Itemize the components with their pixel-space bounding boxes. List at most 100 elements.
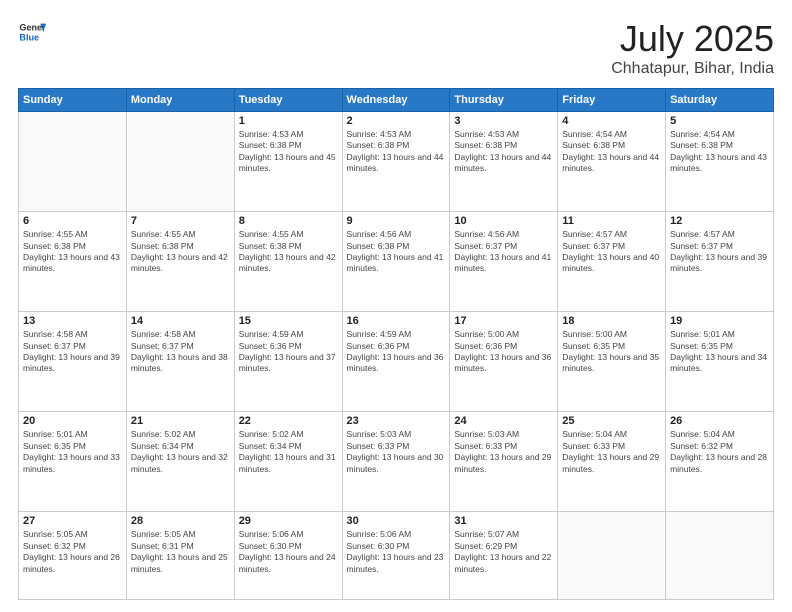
generalblue-icon: General Blue — [18, 18, 46, 46]
day-number: 26 — [670, 415, 769, 427]
header: General Blue July 2025 Chhatapur, Bihar,… — [18, 18, 774, 78]
title-month: July 2025 — [611, 18, 774, 60]
svg-text:Blue: Blue — [19, 32, 39, 42]
table-row — [126, 112, 234, 212]
day-number: 9 — [347, 215, 446, 227]
day-info: Sunrise: 5:05 AM Sunset: 6:32 PM Dayligh… — [23, 529, 122, 575]
table-row: 20 Sunrise: 5:01 AM Sunset: 6:35 PM Dayli… — [19, 412, 127, 512]
day-info: Sunrise: 4:59 AM Sunset: 6:36 PM Dayligh… — [239, 329, 338, 375]
title-location: Chhatapur, Bihar, India — [611, 60, 774, 78]
day-info: Sunrise: 4:55 AM Sunset: 6:38 PM Dayligh… — [23, 229, 122, 275]
day-number: 30 — [347, 515, 446, 527]
day-number: 22 — [239, 415, 338, 427]
header-sunday: Sunday — [19, 89, 127, 112]
table-row: 30 Sunrise: 5:06 AM Sunset: 6:30 PM Dayli… — [342, 512, 450, 600]
day-info: Sunrise: 5:01 AM Sunset: 6:35 PM Dayligh… — [23, 429, 122, 475]
day-number: 13 — [23, 315, 122, 327]
table-row: 23 Sunrise: 5:03 AM Sunset: 6:33 PM Dayli… — [342, 412, 450, 512]
table-row — [666, 512, 774, 600]
day-info: Sunrise: 5:06 AM Sunset: 6:30 PM Dayligh… — [239, 529, 338, 575]
header-thursday: Thursday — [450, 89, 558, 112]
table-row: 29 Sunrise: 5:06 AM Sunset: 6:30 PM Dayli… — [234, 512, 342, 600]
day-info: Sunrise: 4:54 AM Sunset: 6:38 PM Dayligh… — [670, 129, 769, 175]
day-info: Sunrise: 4:57 AM Sunset: 6:37 PM Dayligh… — [562, 229, 661, 275]
day-info: Sunrise: 5:04 AM Sunset: 6:33 PM Dayligh… — [562, 429, 661, 475]
day-number: 20 — [23, 415, 122, 427]
day-number: 6 — [23, 215, 122, 227]
table-row — [19, 112, 127, 212]
day-number: 14 — [131, 315, 230, 327]
day-info: Sunrise: 5:00 AM Sunset: 6:36 PM Dayligh… — [454, 329, 553, 375]
day-info: Sunrise: 5:00 AM Sunset: 6:35 PM Dayligh… — [562, 329, 661, 375]
table-row — [558, 512, 666, 600]
table-row: 13 Sunrise: 4:58 AM Sunset: 6:37 PM Dayli… — [19, 312, 127, 412]
day-number: 8 — [239, 215, 338, 227]
day-info: Sunrise: 4:53 AM Sunset: 6:38 PM Dayligh… — [454, 129, 553, 175]
day-info: Sunrise: 4:55 AM Sunset: 6:38 PM Dayligh… — [131, 229, 230, 275]
table-row: 12 Sunrise: 4:57 AM Sunset: 6:37 PM Dayli… — [666, 212, 774, 312]
day-info: Sunrise: 4:55 AM Sunset: 6:38 PM Dayligh… — [239, 229, 338, 275]
day-info: Sunrise: 4:54 AM Sunset: 6:38 PM Dayligh… — [562, 129, 661, 175]
day-info: Sunrise: 4:58 AM Sunset: 6:37 PM Dayligh… — [23, 329, 122, 375]
day-number: 21 — [131, 415, 230, 427]
day-number: 28 — [131, 515, 230, 527]
day-number: 27 — [23, 515, 122, 527]
table-row: 11Sunrise: 4:57 AM Sunset: 6:37 PM Dayli… — [558, 212, 666, 312]
day-info: Sunrise: 4:59 AM Sunset: 6:36 PM Dayligh… — [347, 329, 446, 375]
table-row: 19 Sunrise: 5:01 AM Sunset: 6:35 PM Dayli… — [666, 312, 774, 412]
table-row: 2 Sunrise: 4:53 AM Sunset: 6:38 PM Daylig… — [342, 112, 450, 212]
day-number: 29 — [239, 515, 338, 527]
day-info: Sunrise: 5:01 AM Sunset: 6:35 PM Dayligh… — [670, 329, 769, 375]
table-row: 10 Sunrise: 4:56 AM Sunset: 6:37 PM Dayli… — [450, 212, 558, 312]
header-saturday: Saturday — [666, 89, 774, 112]
table-row: 27 Sunrise: 5:05 AM Sunset: 6:32 PM Dayli… — [19, 512, 127, 600]
day-info: Sunrise: 5:04 AM Sunset: 6:32 PM Dayligh… — [670, 429, 769, 475]
table-row: 8 Sunrise: 4:55 AM Sunset: 6:38 PM Daylig… — [234, 212, 342, 312]
table-row: 9 Sunrise: 4:56 AM Sunset: 6:38 PM Daylig… — [342, 212, 450, 312]
day-info: Sunrise: 4:56 AM Sunset: 6:37 PM Dayligh… — [454, 229, 553, 275]
day-info: Sunrise: 5:05 AM Sunset: 6:31 PM Dayligh… — [131, 529, 230, 575]
day-info: Sunrise: 5:03 AM Sunset: 6:33 PM Dayligh… — [347, 429, 446, 475]
table-row: 6 Sunrise: 4:55 AM Sunset: 6:38 PM Daylig… — [19, 212, 127, 312]
day-number: 16 — [347, 315, 446, 327]
day-number: 10 — [454, 215, 553, 227]
day-number: 31 — [454, 515, 553, 527]
day-number: 4 — [562, 115, 661, 127]
title-block: July 2025 Chhatapur, Bihar, India — [611, 18, 774, 78]
header-tuesday: Tuesday — [234, 89, 342, 112]
day-number: 12 — [670, 215, 769, 227]
day-number: 25 — [562, 415, 661, 427]
day-number: 7 — [131, 215, 230, 227]
day-info: Sunrise: 4:57 AM Sunset: 6:37 PM Dayligh… — [670, 229, 769, 275]
table-row: 3 Sunrise: 4:53 AM Sunset: 6:38 PM Daylig… — [450, 112, 558, 212]
day-number: 19 — [670, 315, 769, 327]
day-info: Sunrise: 5:06 AM Sunset: 6:30 PM Dayligh… — [347, 529, 446, 575]
header-monday: Monday — [126, 89, 234, 112]
table-row: 4 Sunrise: 4:54 AM Sunset: 6:38 PM Daylig… — [558, 112, 666, 212]
day-number: 5 — [670, 115, 769, 127]
day-number: 2 — [347, 115, 446, 127]
day-number: 24 — [454, 415, 553, 427]
day-number: 23 — [347, 415, 446, 427]
calendar-table: Sunday Monday Tuesday Wednesday Thursday… — [18, 88, 774, 600]
header-friday: Friday — [558, 89, 666, 112]
day-info: Sunrise: 4:53 AM Sunset: 6:38 PM Dayligh… — [239, 129, 338, 175]
day-info: Sunrise: 4:58 AM Sunset: 6:37 PM Dayligh… — [131, 329, 230, 375]
day-number: 3 — [454, 115, 553, 127]
table-row: 17Sunrise: 5:00 AM Sunset: 6:36 PM Dayli… — [450, 312, 558, 412]
table-row: 16 Sunrise: 4:59 AM Sunset: 6:36 PM Dayli… — [342, 312, 450, 412]
day-info: Sunrise: 5:02 AM Sunset: 6:34 PM Dayligh… — [131, 429, 230, 475]
table-row: 28 Sunrise: 5:05 AM Sunset: 6:31 PM Dayli… — [126, 512, 234, 600]
day-number: 1 — [239, 115, 338, 127]
weekday-header-row: Sunday Monday Tuesday Wednesday Thursday… — [19, 89, 774, 112]
day-info: Sunrise: 4:56 AM Sunset: 6:38 PM Dayligh… — [347, 229, 446, 275]
table-row: 22Sunrise: 5:02 AM Sunset: 6:34 PM Dayli… — [234, 412, 342, 512]
logo: General Blue — [18, 18, 46, 46]
table-row: 18 Sunrise: 5:00 AM Sunset: 6:35 PM Dayli… — [558, 312, 666, 412]
table-row: 26 Sunrise: 5:04 AM Sunset: 6:32 PM Dayli… — [666, 412, 774, 512]
day-info: Sunrise: 4:53 AM Sunset: 6:38 PM Dayligh… — [347, 129, 446, 175]
table-row: 5 Sunrise: 4:54 AM Sunset: 6:38 PM Daylig… — [666, 112, 774, 212]
table-row: 7 Sunrise: 4:55 AM Sunset: 6:38 PM Daylig… — [126, 212, 234, 312]
table-row: 31Sunrise: 5:07 AM Sunset: 6:29 PM Dayli… — [450, 512, 558, 600]
day-number: 18 — [562, 315, 661, 327]
